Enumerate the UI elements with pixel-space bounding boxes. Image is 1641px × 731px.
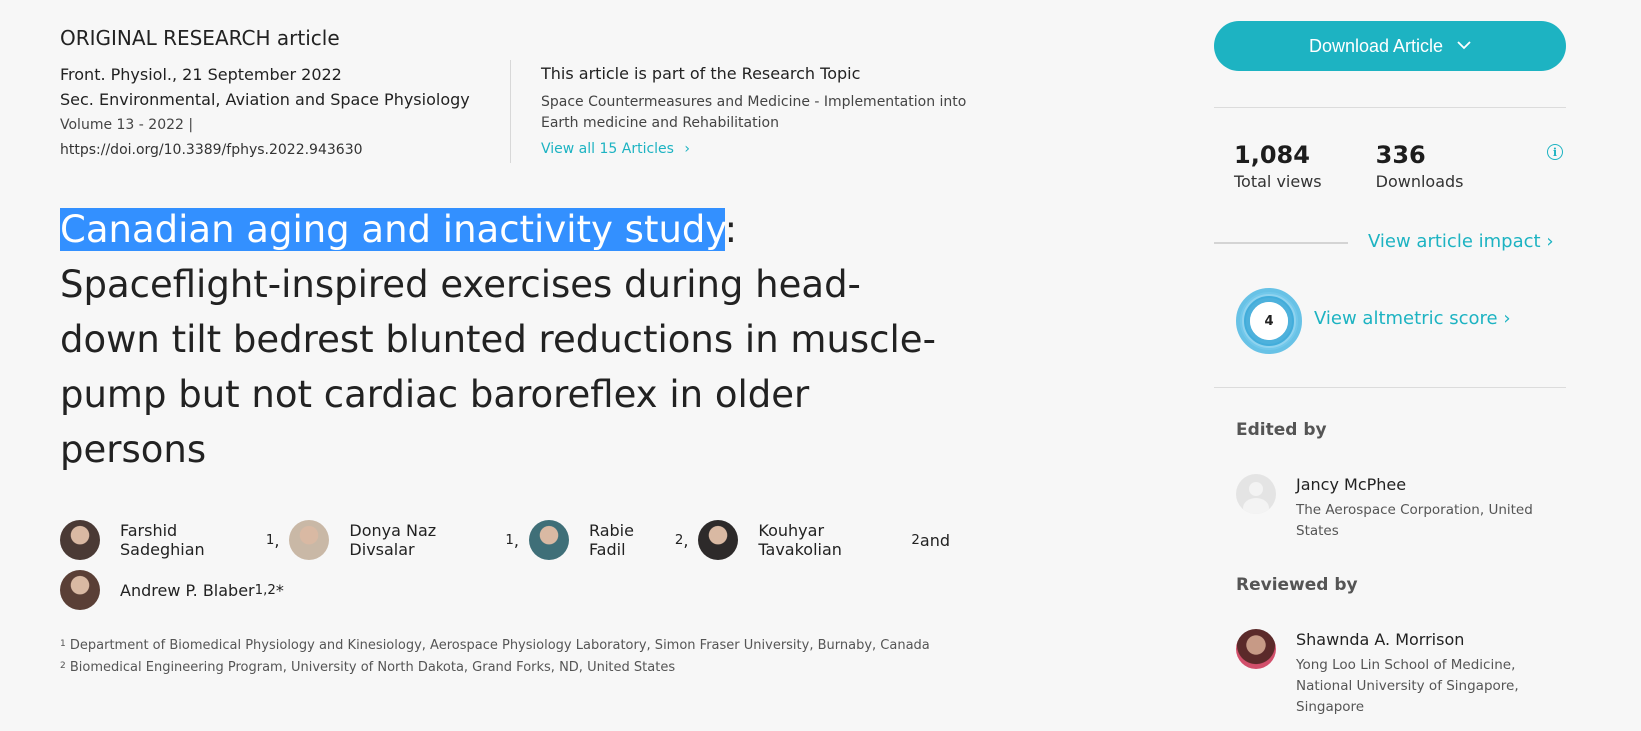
volume-info: Volume 13 - 2022 | xyxy=(60,117,194,133)
article-title: Canadian aging and inactivity study: Spa… xyxy=(60,202,960,477)
author-affiliation-ref: 2 xyxy=(674,532,684,548)
downloads: 336 Downloads xyxy=(1376,140,1464,194)
affiliation-1: 1 Department of Biomedical Physiology an… xyxy=(60,638,930,653)
total-views-label: Total views xyxy=(1234,172,1322,191)
author-row: Farshid Sadeghian 1, Donya Naz Divsalar 1, R… xyxy=(60,515,960,565)
info-icon[interactable]: i xyxy=(1547,144,1563,160)
author-affiliation-ref: 2 xyxy=(911,532,920,548)
author-affiliation-ref: 1 xyxy=(505,532,514,548)
chevron-right-icon: › xyxy=(684,141,691,157)
author-list: Farshid Sadeghian 1, Donya Naz Divsalar 1, R… xyxy=(60,515,960,615)
avatar[interactable] xyxy=(289,520,330,560)
author-item[interactable]: Kouhyar Tavakolian 2 and xyxy=(698,520,960,560)
editor-name[interactable]: Jancy McPhee xyxy=(1296,473,1566,497)
research-topic: This article is part of the Research Top… xyxy=(541,62,981,157)
author-affiliation-ref: 1,2 xyxy=(254,582,276,598)
article-type: ORIGINAL RESEARCH article xyxy=(60,26,340,50)
view-article-impact-label: View article impact xyxy=(1368,231,1541,252)
edited-by-heading: Edited by xyxy=(1236,420,1327,440)
meta-divider xyxy=(510,60,511,163)
avatar[interactable] xyxy=(60,520,100,560)
author-separator: , xyxy=(274,530,280,550)
view-altmetric-score-link[interactable]: View altmetric score › xyxy=(1314,308,1511,329)
author-separator: * xyxy=(275,580,284,600)
total-views: 1,084 Total views xyxy=(1234,140,1322,194)
avatar[interactable] xyxy=(528,520,569,560)
download-article-button[interactable]: Download Article xyxy=(1214,21,1566,71)
divider xyxy=(1214,107,1566,108)
author-affiliation-ref: 1 xyxy=(265,532,275,548)
author-name[interactable]: Andrew P. Blaber xyxy=(120,581,255,600)
impact-divider xyxy=(1214,242,1348,244)
view-altmetric-score-label: View altmetric score xyxy=(1314,308,1498,329)
total-views-count: 1,084 xyxy=(1234,141,1310,169)
altmetric-badge[interactable]: 4 xyxy=(1234,286,1304,356)
editor: Jancy McPhee The Aerospace Corporation, … xyxy=(1236,473,1566,542)
chevron-down-icon xyxy=(1457,37,1471,55)
author-name[interactable]: Donya Naz Divsalar xyxy=(349,521,505,559)
view-all-articles-label: View all 15 Articles xyxy=(541,141,674,157)
author-item[interactable]: Rabie Fadil 2, xyxy=(528,520,698,560)
view-article-impact-link[interactable]: View article impact › xyxy=(1368,231,1554,252)
avatar-placeholder xyxy=(1236,474,1276,514)
author-name[interactable]: Rabie Fadil xyxy=(589,521,675,559)
altmetric-score: 4 xyxy=(1264,313,1274,329)
journal-date[interactable]: Front. Physiol., 21 September 2022 xyxy=(60,62,500,87)
author-item[interactable]: Farshid Sadeghian 1, xyxy=(60,520,289,560)
editor-affiliation: The Aerospace Corporation, United States xyxy=(1296,502,1533,539)
chevron-right-icon: › xyxy=(1503,308,1511,329)
chevron-right-icon: › xyxy=(1546,231,1554,252)
affiliation-2: 2 Biomedical Engineering Program, Univer… xyxy=(60,660,676,675)
divider xyxy=(1214,387,1566,388)
title-selected-text: Canadian aging and inactivity study xyxy=(60,208,725,251)
article-meta: Front. Physiol., 21 September 2022 Sec. … xyxy=(60,62,500,163)
author-name[interactable]: Farshid Sadeghian xyxy=(120,521,266,559)
reviewer-name[interactable]: Shawnda A. Morrison xyxy=(1296,628,1536,652)
avatar xyxy=(1236,629,1276,669)
view-all-articles-link[interactable]: View all 15 Articles › xyxy=(541,141,690,157)
author-item[interactable]: Andrew P. Blaber 1,2 * xyxy=(60,570,294,610)
author-separator: , xyxy=(683,530,689,550)
avatar[interactable] xyxy=(698,520,739,560)
avatar[interactable] xyxy=(60,570,100,610)
download-article-label: Download Article xyxy=(1308,35,1444,56)
topic-name[interactable]: Space Countermeasures and Medicine - Imp… xyxy=(541,92,971,134)
author-separator: and xyxy=(919,530,950,550)
topic-label: This article is part of the Research Top… xyxy=(541,64,861,83)
doi-link[interactable]: https://doi.org/10.3389/fphys.2022.94363… xyxy=(60,138,500,163)
reviewer-affiliation: Yong Loo Lin School of Medicine, Nationa… xyxy=(1296,657,1519,715)
reviewed-by-heading: Reviewed by xyxy=(1236,575,1358,595)
downloads-label: Downloads xyxy=(1375,172,1464,191)
author-name[interactable]: Kouhyar Tavakolian xyxy=(758,521,911,559)
article-metrics: 1,084 Total views 336 Downloads xyxy=(1234,140,1518,194)
author-item[interactable]: Donya Naz Divsalar 1, xyxy=(289,520,529,560)
journal-section[interactable]: Sec. Environmental, Aviation and Space P… xyxy=(60,87,500,112)
author-separator: , xyxy=(513,530,519,550)
affiliations: 1 Department of Biomedical Physiology an… xyxy=(60,636,940,680)
reviewer: Shawnda A. Morrison Yong Loo Lin School … xyxy=(1236,628,1566,718)
downloads-count: 336 xyxy=(1375,141,1426,169)
author-row: Andrew P. Blaber 1,2 * xyxy=(60,565,960,615)
